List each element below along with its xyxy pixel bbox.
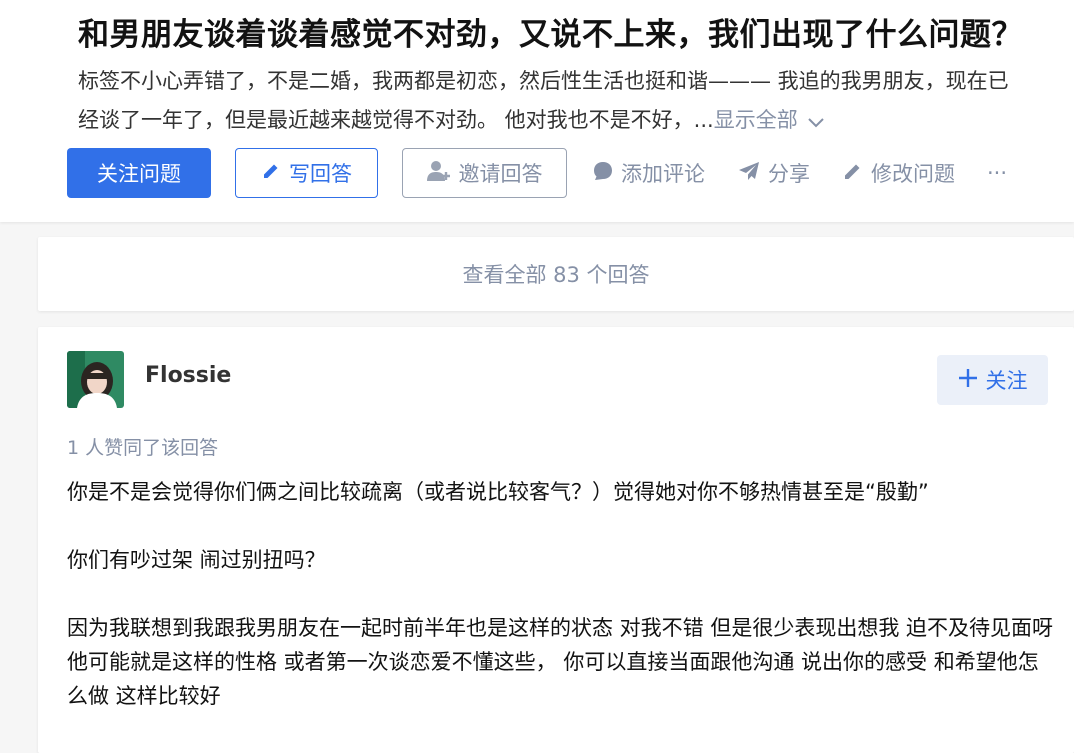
question-detail-line-2: 经谈了一年了，但是最近越来越觉得不对劲。 他对我也不是不好，...显示全部	[78, 101, 1074, 140]
write-answer-label: 写回答	[289, 162, 352, 186]
show-all-link[interactable]: 显示全部	[714, 108, 824, 132]
author-name[interactable]: Flossie	[145, 363, 231, 388]
question-detail-line-2-text: 经谈了一年了，但是最近越来越觉得不对劲。 他对我也不是不好，...	[78, 108, 714, 132]
invite-answer-label: 邀请回答	[458, 162, 543, 186]
share-label: 分享	[768, 162, 810, 186]
question-header: 和男朋友谈着谈着感觉不对劲，又说不上来，我们出现了什么问题？ 标签不小心弄错了，…	[0, 0, 1074, 222]
question-title[interactable]: 和男朋友谈着谈着感觉不对劲，又说不上来，我们出现了什么问题？	[78, 14, 1023, 56]
vote-count: 1 人赞同了该回答	[67, 437, 219, 459]
answer-paragraph: 你是不是会觉得你们俩之间比较疏离（或者说比较客气？）觉得她对你不够热情甚至是“殷…	[67, 480, 929, 504]
write-answer-button[interactable]: 写回答	[235, 148, 378, 198]
avatar[interactable]	[67, 351, 124, 408]
add-comment-button[interactable]: 添加评论	[593, 148, 705, 198]
plus-icon	[958, 368, 986, 393]
follow-author-label: 关注	[985, 369, 1028, 393]
question-detail-line-1: 标签不小心弄错了，不是二婚，我两都是初恋，然后性生活也挺和谐——— 我追的我男朋…	[78, 69, 1009, 93]
add-comment-label: 添加评论	[621, 162, 705, 186]
pencil-icon	[843, 161, 871, 186]
comment-icon	[593, 161, 621, 186]
follow-author-button[interactable]: 关注	[937, 355, 1048, 405]
share-icon	[738, 161, 768, 186]
show-all-label: 显示全部	[713, 108, 798, 132]
more-options-button[interactable]: ···	[987, 148, 1007, 198]
follow-question-label: 关注问题	[97, 162, 181, 186]
answer-paragraph: 你们有吵过架 闹过别扭吗？	[67, 548, 326, 572]
question-actions: 关注问题 写回答 邀请回答 添加评论 分享 修改问题 ···	[67, 148, 1067, 198]
pencil-icon	[261, 161, 289, 186]
follow-question-button[interactable]: 关注问题	[67, 148, 211, 198]
edit-question-button[interactable]: 修改问题	[843, 148, 955, 198]
answer-card: Flossie 关注 1 人赞同了该回答 你是不是会觉得你们俩之间比较疏离（或者…	[38, 327, 1074, 753]
more-icon: ···	[987, 161, 1008, 185]
invite-answer-button[interactable]: 邀请回答	[402, 148, 567, 198]
view-all-answers-link[interactable]: 查看全部 83 个回答	[38, 237, 1074, 311]
add-user-icon	[426, 160, 459, 187]
answer-paragraph: 因为我联想到我跟我男朋友在一起时前半年也是这样的状态 对我不错 但是很少表现出想…	[67, 616, 1054, 708]
edit-question-label: 修改问题	[871, 162, 955, 186]
chevron-down-icon	[807, 102, 824, 141]
share-button[interactable]: 分享	[738, 148, 810, 198]
question-detail: 标签不小心弄错了，不是二婚，我两都是初恋，然后性生活也挺和谐——— 我追的我男朋…	[78, 62, 1074, 140]
view-all-answers-label: 查看全部 83 个回答	[462, 263, 650, 287]
answer-content: 你是不是会觉得你们俩之间比较疏离（或者说比较客气？）觉得她对你不够热情甚至是“殷…	[67, 475, 1057, 747]
